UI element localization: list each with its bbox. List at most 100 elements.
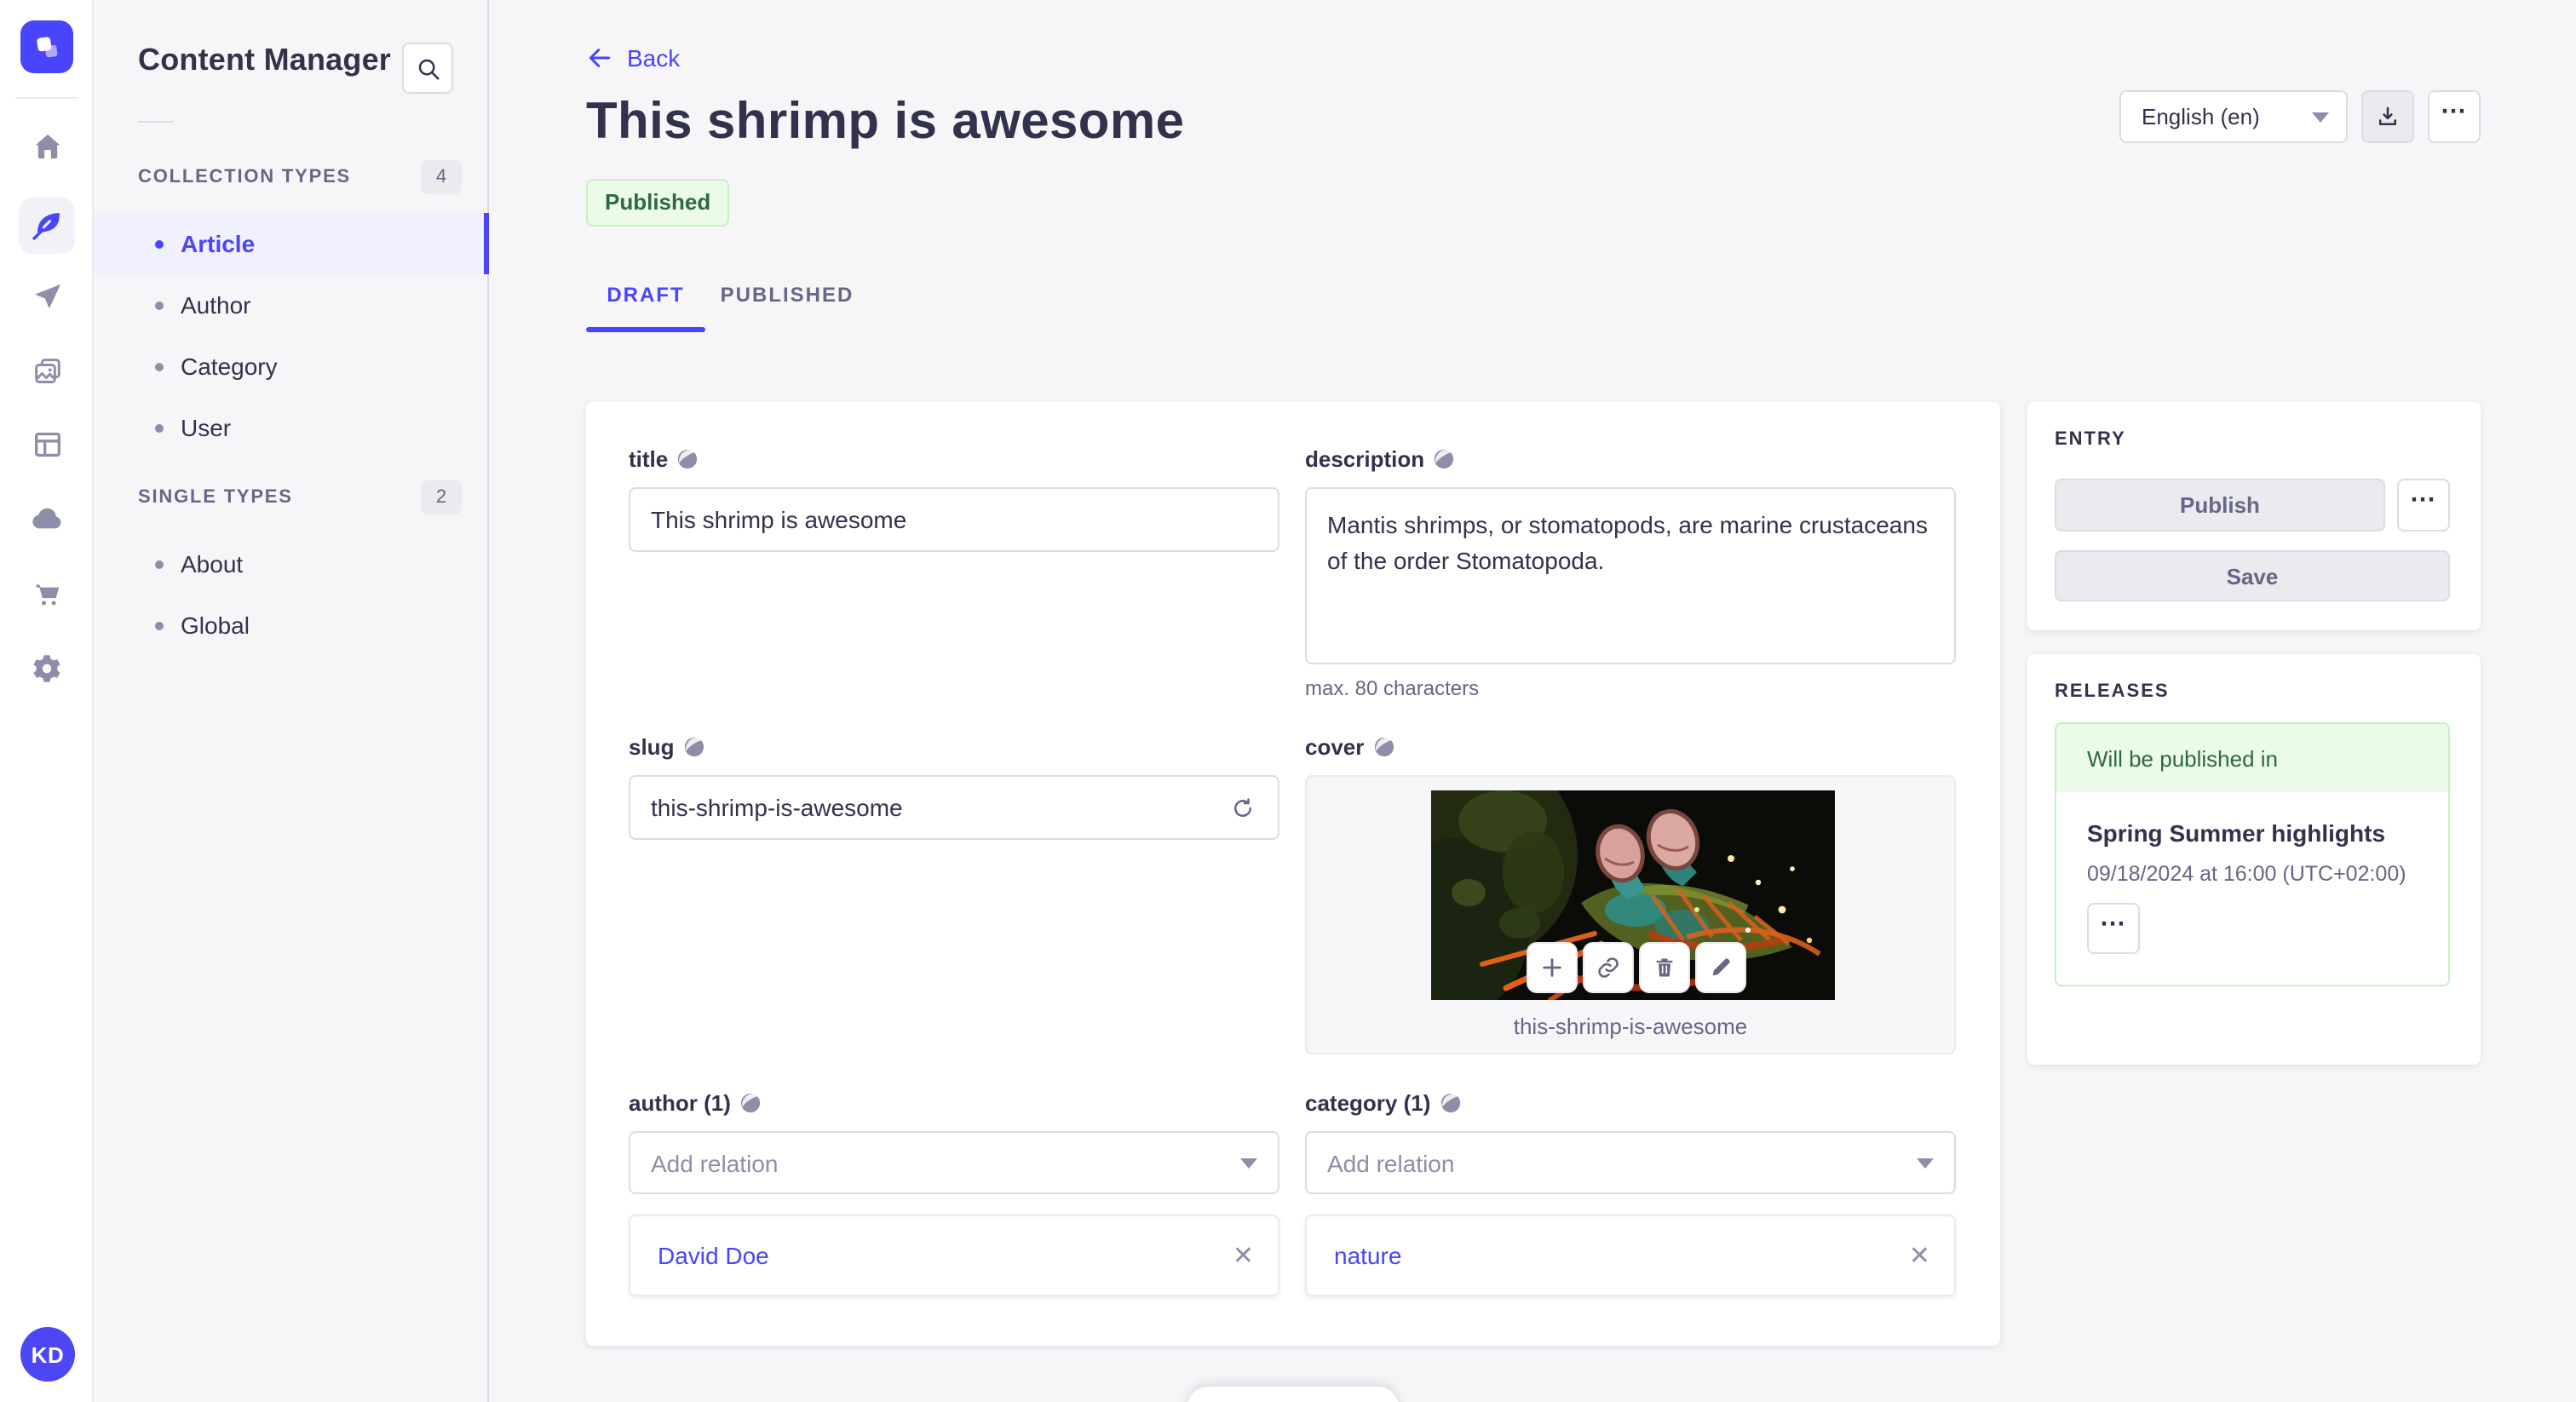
- release-card: Will be published in Spring Summer highl…: [2055, 722, 2450, 986]
- entry-panel-title: ENTRY: [2055, 429, 2126, 450]
- bullet-icon: [155, 423, 164, 432]
- category-relation-link[interactable]: nature: [1334, 1242, 1401, 1269]
- author-relation-link[interactable]: David Doe: [658, 1242, 769, 1269]
- export-button[interactable]: [2361, 90, 2414, 143]
- header-more-button[interactable]: ⋯: [2428, 90, 2481, 143]
- tab-published[interactable]: PUBLISHED: [721, 279, 853, 310]
- cover-filename: this-shrimp-is-awesome: [1513, 1014, 1748, 1039]
- category-relation-combobox[interactable]: Add relation: [1305, 1131, 1956, 1194]
- field-author: author (1) Add relation David Doe ✕: [629, 1090, 1279, 1296]
- back-label: Back: [627, 44, 681, 72]
- bullet-icon: [155, 621, 164, 629]
- sidebar-item-user[interactable]: User: [94, 397, 489, 458]
- releases-panel-title: RELEASES: [2055, 681, 2170, 702]
- slug-input[interactable]: [629, 775, 1279, 840]
- sidebar-item-global[interactable]: Global: [94, 595, 489, 656]
- author-relation-combobox[interactable]: Add relation: [629, 1131, 1279, 1194]
- sidebar-item-article[interactable]: Article: [94, 213, 489, 274]
- author-relation-item: David Doe ✕: [629, 1215, 1279, 1296]
- regenerate-slug-button[interactable]: [1223, 789, 1261, 826]
- cover-field-label: cover: [1305, 734, 1365, 760]
- sidebar-item-category[interactable]: Category: [94, 336, 489, 397]
- release-status: Will be published in: [2056, 724, 2448, 792]
- ellipsis-icon: ⋯: [2100, 909, 2127, 938]
- bullet-icon: [155, 301, 164, 309]
- release-more-button[interactable]: ⋯: [2087, 903, 2140, 954]
- active-tab-underline: [586, 327, 705, 332]
- sidebar-item-label: About: [181, 550, 244, 577]
- category-field-label: category (1): [1305, 1090, 1431, 1116]
- field-slug: slug: [629, 734, 1279, 840]
- collection-types-header: COLLECTION TYPES: [138, 167, 352, 187]
- delete-media-button[interactable]: [1639, 942, 1690, 993]
- cover-actions: [1527, 942, 1746, 993]
- tab-draft[interactable]: DRAFT: [586, 279, 705, 310]
- ellipsis-icon: ⋯: [2410, 486, 2437, 514]
- field-description: description max. 80 characters: [1305, 446, 1956, 700]
- description-textarea[interactable]: [1305, 487, 1956, 664]
- user-avatar[interactable]: KD: [20, 1327, 75, 1382]
- single-types-header: SINGLE TYPES: [138, 487, 293, 508]
- releases-panel: RELEASES Will be published in Spring Sum…: [2027, 654, 2481, 1065]
- locale-value: English (en): [2142, 104, 2260, 129]
- locale-select[interactable]: English (en): [2119, 90, 2348, 143]
- gear-icon[interactable]: [19, 641, 75, 697]
- i18n-globe-icon: [1435, 449, 1454, 469]
- feather-content-manager-icon[interactable]: [19, 198, 75, 254]
- single-types-count-badge: 2: [421, 480, 462, 514]
- author-field-label: author (1): [629, 1090, 731, 1116]
- title-field-label: title: [629, 446, 669, 472]
- sidebar-item-label: User: [181, 414, 232, 441]
- status-badge: Published: [586, 179, 730, 227]
- category-relation-item: nature ✕: [1305, 1215, 1956, 1296]
- bullet-icon: [155, 560, 164, 568]
- description-field-label: description: [1305, 446, 1425, 472]
- copy-link-button[interactable]: [1583, 942, 1634, 993]
- sidebar-title: Content Manager: [138, 43, 392, 77]
- sidebar-item-label: Global: [181, 612, 250, 639]
- field-cover: cover this-shrimp-is-awesome: [1305, 734, 1956, 1054]
- search-button[interactable]: [402, 43, 453, 94]
- remove-relation-icon[interactable]: ✕: [1233, 1243, 1254, 1268]
- release-date: 09/18/2024 at 16:00 (UTC+02:00): [2087, 862, 2406, 886]
- description-helper: max. 80 characters: [1305, 676, 1480, 700]
- icon-rail: KD: [0, 0, 94, 1402]
- sidebar-item-author[interactable]: Author: [94, 274, 489, 336]
- paper-plane-icon[interactable]: [19, 267, 75, 324]
- pencil-icon: [1712, 958, 1730, 976]
- release-name[interactable]: Spring Summer highlights: [2087, 819, 2385, 847]
- strapi-logo[interactable]: [20, 20, 73, 73]
- cloud-icon[interactable]: [19, 491, 75, 547]
- i18n-globe-icon: [684, 737, 704, 757]
- chevron-down-icon: [1240, 1158, 1257, 1168]
- home-icon[interactable]: [19, 118, 75, 174]
- rail-divider: [15, 97, 78, 99]
- slug-field-label: slug: [629, 734, 675, 760]
- entry-panel: ENTRY Publish ⋯ Save: [2027, 402, 2481, 630]
- cover-media-panel: this-shrimp-is-awesome: [1305, 775, 1956, 1054]
- entry-more-button[interactable]: ⋯: [2397, 479, 2450, 531]
- link-icon: [1598, 957, 1619, 978]
- add-media-button[interactable]: [1527, 942, 1578, 993]
- back-link[interactable]: Back: [586, 44, 680, 72]
- sidebar-item-about[interactable]: About: [94, 533, 489, 595]
- ellipsis-icon: ⋯: [2441, 97, 2468, 126]
- remove-relation-icon[interactable]: ✕: [1909, 1243, 1930, 1268]
- i18n-globe-icon: [1440, 1093, 1460, 1113]
- i18n-globe-icon: [678, 449, 698, 469]
- title-input[interactable]: [629, 487, 1279, 552]
- back-arrow-icon: [589, 49, 611, 67]
- media-library-icon[interactable]: [19, 342, 75, 399]
- content-manager-sidebar: Content Manager COLLECTION TYPES 4 Artic…: [94, 0, 489, 1402]
- sidebar-divider: [138, 121, 174, 123]
- edit-media-button[interactable]: [1695, 942, 1746, 993]
- strapi-logo-glyph: [37, 37, 58, 58]
- sidebar-item-label: Article: [181, 230, 256, 257]
- floating-action-bar[interactable]: [1187, 1387, 1399, 1402]
- cart-icon[interactable]: [19, 566, 75, 622]
- content-type-builder-icon[interactable]: [19, 416, 75, 472]
- save-button[interactable]: Save: [2055, 550, 2450, 601]
- field-title: title: [629, 446, 1279, 552]
- author-relation-placeholder: Add relation: [651, 1149, 779, 1176]
- publish-button[interactable]: Publish: [2055, 479, 2385, 531]
